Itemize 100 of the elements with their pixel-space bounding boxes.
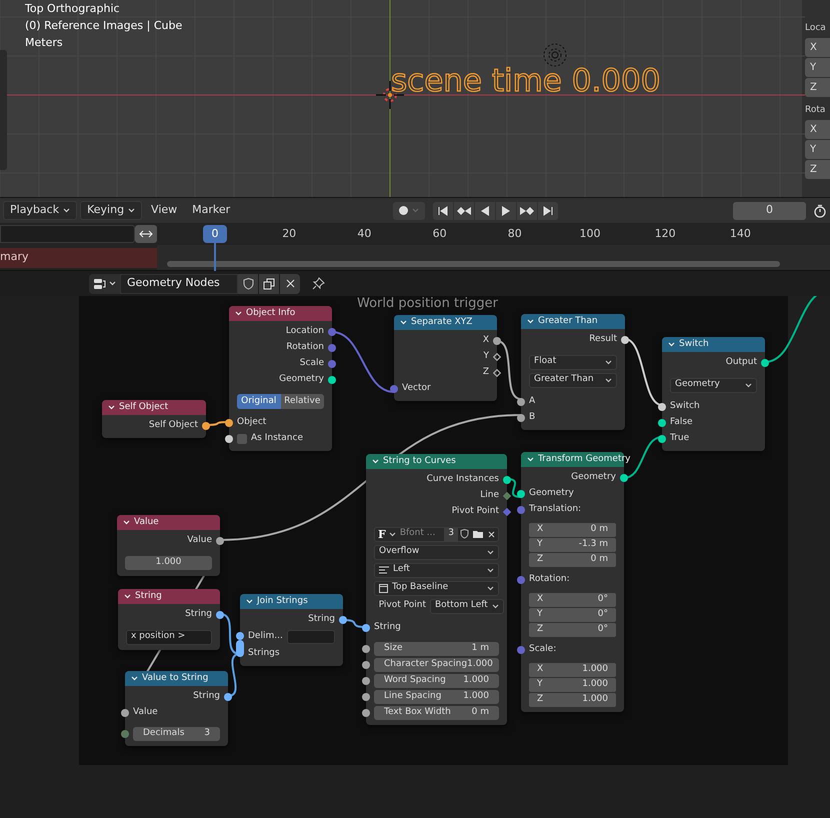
number-field[interactable]: Y -1.3 m xyxy=(529,538,616,552)
field-label: Z xyxy=(537,623,544,636)
socket-label: X xyxy=(482,334,489,348)
number-field[interactable]: Y 0° xyxy=(529,608,616,622)
menu-button[interactable]: Playback xyxy=(3,201,78,220)
number-field[interactable]: X 0° xyxy=(529,593,616,607)
frame-icon xyxy=(379,584,388,592)
play-button[interactable] xyxy=(496,202,516,220)
node-tree-name-field[interactable]: Geometry Nodes xyxy=(120,274,238,294)
jump-end-button[interactable] xyxy=(538,202,558,220)
pin-button[interactable] xyxy=(310,276,326,292)
socket-label: String xyxy=(193,690,220,704)
field-label: Z xyxy=(537,693,544,706)
font-selector[interactable]: F Bfont ... 3 xyxy=(374,526,499,542)
number-field[interactable]: X 0 m xyxy=(529,523,616,537)
socket-diamond[interactable] xyxy=(493,369,501,377)
socket-diamond[interactable] xyxy=(503,508,511,516)
chevron-down-icon xyxy=(124,594,131,599)
socket-label: Value xyxy=(187,534,212,548)
checkbox[interactable] xyxy=(237,434,247,444)
chevron-down-icon xyxy=(605,378,612,382)
axis-field[interactable]: Y xyxy=(805,140,830,159)
axis-field[interactable]: X xyxy=(805,120,830,139)
number-field[interactable]: Decimals 3 xyxy=(133,727,220,741)
socket-diamond[interactable] xyxy=(493,353,501,361)
fake-user-button[interactable] xyxy=(238,274,258,294)
multi-input-socket[interactable] xyxy=(236,640,244,657)
number-field[interactable]: Y 1.000 xyxy=(529,678,616,692)
socket-label: Value xyxy=(133,706,158,720)
dropdown[interactable]: Greater Than xyxy=(529,372,617,388)
viewport[interactable]: Top Orthographic (0) Reference Images | Cube Meters scene time 0.000 Loca X Y Z Rota X Y Z xyxy=(0,0,830,197)
scrollbar[interactable] xyxy=(167,261,780,267)
node-header[interactable]: Join Strings xyxy=(240,594,343,609)
dropdown[interactable]: Overflow xyxy=(374,544,499,560)
chevron-down-icon xyxy=(492,604,499,608)
text-field[interactable] xyxy=(286,630,335,644)
dropdown[interactable]: Left xyxy=(374,562,499,578)
node-header[interactable]: Self Object xyxy=(102,400,206,415)
chevron-down-icon xyxy=(63,208,70,213)
swap-button[interactable] xyxy=(135,225,157,243)
number-field[interactable]: Z 0 m xyxy=(529,553,616,567)
number-field[interactable]: Line Spacing 1.000 xyxy=(374,690,499,704)
editor-type-button[interactable] xyxy=(89,274,120,294)
menu-button[interactable]: Keying xyxy=(80,201,142,220)
menu-button[interactable]: View xyxy=(145,201,184,220)
number-field[interactable]: Text Box Width 0 m xyxy=(374,706,499,720)
text-field[interactable]: x position > xyxy=(126,630,212,644)
duplicate-button[interactable] xyxy=(259,274,279,294)
number-field[interactable]: Z 0° xyxy=(529,623,616,637)
axis-field[interactable]: Y xyxy=(805,58,830,77)
number-field[interactable]: X 1.000 xyxy=(529,663,616,677)
search-field[interactable] xyxy=(0,225,135,243)
node-header[interactable]: Greater Than xyxy=(521,314,625,329)
node-header[interactable]: Value to String xyxy=(125,671,228,686)
prev-keyframe-button[interactable] xyxy=(454,202,474,220)
dropdown[interactable]: Float xyxy=(529,354,617,370)
menu-button[interactable]: Marker xyxy=(186,201,236,220)
dropdown[interactable]: Bottom Left xyxy=(430,598,504,614)
frame-number: 140 xyxy=(728,226,752,242)
field-label: Y xyxy=(537,678,542,692)
socket-label: Location xyxy=(286,325,324,338)
dropdown[interactable]: Top Baseline xyxy=(374,580,499,596)
toggle-option[interactable]: Relative xyxy=(280,394,324,409)
stopwatch-icon[interactable] xyxy=(813,204,827,218)
socket-label: Object xyxy=(237,416,266,430)
playhead[interactable]: 0 xyxy=(203,225,227,243)
toggle-option[interactable]: Original xyxy=(237,394,280,409)
number-field[interactable]: Z 1.000 xyxy=(529,693,616,707)
next-keyframe-button[interactable] xyxy=(517,202,537,220)
number-field[interactable]: 1.000 xyxy=(125,556,212,570)
node-header[interactable]: Switch xyxy=(662,337,765,352)
jump-start-button[interactable] xyxy=(433,202,453,220)
field-value: 1.000 xyxy=(463,690,489,704)
number-field[interactable]: Word Spacing 1.000 xyxy=(374,674,499,688)
record-button[interactable] xyxy=(393,202,425,220)
node-header[interactable]: Separate XYZ xyxy=(394,315,497,330)
play-reverse-button[interactable] xyxy=(475,202,495,220)
unlink-button[interactable] xyxy=(280,274,300,294)
socket-diamond[interactable] xyxy=(503,492,511,500)
node-header[interactable]: Object Info xyxy=(229,306,332,321)
frame-label: World position trigger xyxy=(357,296,498,311)
number-field[interactable]: Character Spacing1.000 xyxy=(374,658,499,672)
socket-label: Rotation xyxy=(286,341,324,354)
node-title: String to Curves xyxy=(383,454,456,468)
node-header[interactable]: String to Curves xyxy=(366,454,507,469)
node-title: Self Object xyxy=(119,400,168,414)
socket-label: Switch xyxy=(670,400,700,414)
dropdown[interactable]: Geometry xyxy=(670,378,757,392)
node-header[interactable]: Value xyxy=(117,515,220,530)
axis-field[interactable]: Z xyxy=(805,78,830,97)
socket-label: Self Object xyxy=(148,419,198,432)
socket-label: Result xyxy=(589,333,617,346)
field-label: X xyxy=(537,593,544,606)
axis-field[interactable]: X xyxy=(805,38,830,57)
number-field[interactable]: Size 1 m xyxy=(374,642,499,656)
node-header[interactable]: String xyxy=(118,589,220,604)
axis-field[interactable]: Z xyxy=(805,160,830,179)
frame-field[interactable]: 0 xyxy=(733,202,806,220)
dropdown-label: Pivot Point xyxy=(378,599,426,612)
socket-label: True xyxy=(670,432,690,446)
